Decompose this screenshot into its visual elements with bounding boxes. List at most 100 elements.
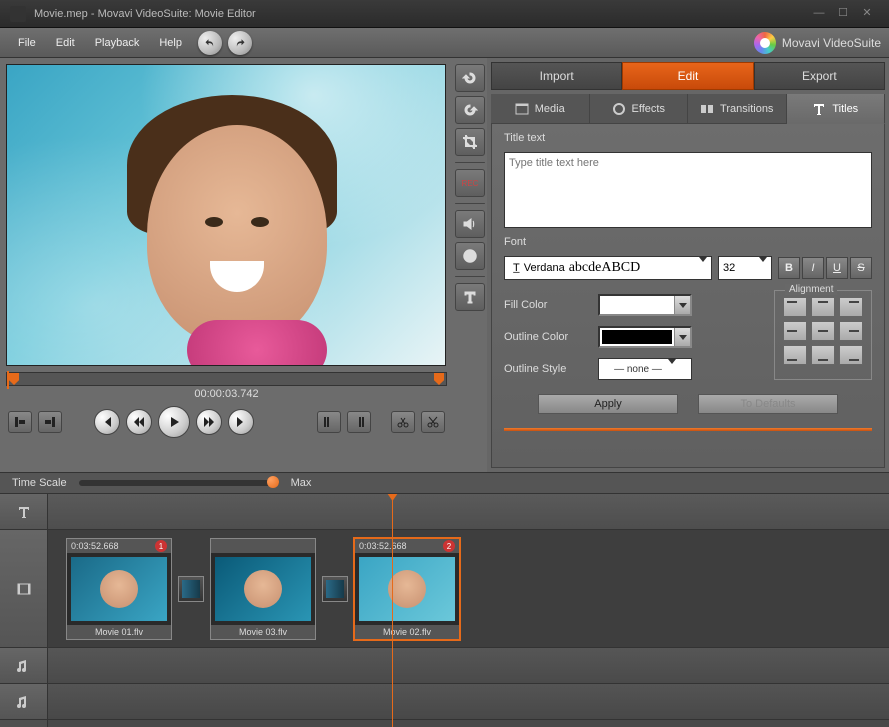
outline-color-label: Outline Color [504, 331, 590, 343]
defaults-button[interactable]: To Defaults [698, 394, 838, 414]
fill-color-swatch [602, 298, 672, 312]
chevron-down-icon [668, 364, 676, 375]
play-button[interactable] [158, 406, 190, 438]
menu-file[interactable]: File [8, 33, 46, 53]
split-button[interactable] [391, 411, 415, 433]
clip-movie-02[interactable]: 0:03:52.6682 Movie 02.flv [354, 538, 460, 640]
tab-import[interactable]: Import [491, 62, 622, 90]
redo-button[interactable] [228, 31, 252, 55]
accent-divider [504, 428, 872, 431]
close-button[interactable]: ✕ [855, 6, 879, 22]
brand-logo: Movavi VideoSuite [754, 32, 881, 54]
app-icon [10, 6, 26, 22]
transition-1[interactable] [178, 576, 204, 602]
video-preview[interactable] [6, 64, 446, 366]
chevron-down-icon [674, 296, 690, 314]
slider-knob[interactable] [267, 476, 279, 488]
align-bottom-right[interactable] [839, 345, 863, 365]
goto-start-button[interactable] [94, 409, 120, 435]
audio-track-2-header[interactable] [0, 684, 47, 720]
clip-movie-03[interactable]: Movie 03.flv [210, 538, 316, 640]
align-bottom-left[interactable] [783, 345, 807, 365]
font-size-select[interactable]: 32 [718, 256, 772, 280]
menubar: File Edit Playback Help Movavi VideoSuit… [0, 28, 889, 58]
title-text-input[interactable] [504, 152, 872, 228]
subtab-titles[interactable]: Titles [787, 94, 886, 124]
record-button[interactable]: REC [455, 169, 485, 197]
clip-name: Movie 01.flv [67, 625, 171, 639]
clip-movie-01[interactable]: 0:03:52.6681 Movie 01.flv [66, 538, 172, 640]
align-middle-center[interactable] [811, 321, 835, 341]
italic-button[interactable]: I [802, 257, 824, 279]
subtab-transitions[interactable]: Transitions [688, 94, 787, 124]
chevron-down-icon [699, 262, 707, 274]
scrub-bar[interactable] [6, 372, 447, 386]
timescale-slider[interactable] [79, 480, 279, 486]
step-forward-button[interactable] [196, 409, 222, 435]
tab-edit[interactable]: Edit [622, 62, 753, 90]
maximize-button[interactable]: ☐ [831, 6, 855, 22]
clip-name: Movie 03.flv [211, 625, 315, 639]
mark-out-button[interactable] [38, 411, 62, 433]
clip-thumbnail [359, 557, 455, 621]
menu-help[interactable]: Help [149, 33, 192, 53]
audio-track-1[interactable] [48, 648, 889, 684]
clip-badge: 1 [155, 540, 167, 552]
minimize-button[interactable]: — [807, 6, 831, 22]
brand-name: Movavi VideoSuite [782, 36, 881, 50]
font-family-select[interactable]: T̲ Verdana abcdeABCD [504, 256, 712, 280]
rotate-left-button[interactable] [455, 64, 485, 92]
video-track[interactable]: 0:03:52.6681 Movie 01.flv Movie 03.flv 0… [48, 530, 889, 648]
menu-playback[interactable]: Playback [85, 33, 150, 53]
goto-end-button[interactable] [228, 409, 254, 435]
playhead[interactable] [392, 494, 393, 727]
clip-name: Movie 02.flv [355, 625, 459, 639]
title-track[interactable] [48, 494, 889, 530]
undo-button[interactable] [198, 31, 222, 55]
transition-2[interactable] [322, 576, 348, 602]
subtab-effects[interactable]: Effects [590, 94, 689, 124]
align-top-left[interactable] [783, 297, 807, 317]
separator [455, 162, 485, 163]
outline-style-select[interactable]: — none — [598, 358, 692, 380]
clip-badge: 2 [443, 540, 455, 552]
tracks-area[interactable]: 0:03:52.6681 Movie 01.flv Movie 03.flv 0… [48, 494, 889, 727]
logo-wheel-icon [754, 32, 776, 54]
underline-button[interactable]: U [826, 257, 848, 279]
align-middle-right[interactable] [839, 321, 863, 341]
align-bottom-center[interactable] [811, 345, 835, 365]
video-track-header[interactable] [0, 530, 47, 648]
properties-panel: Import Edit Export Media Effects Transit… [487, 58, 889, 472]
apply-button[interactable]: Apply [538, 394, 678, 414]
text-button[interactable] [455, 283, 485, 311]
cut-button[interactable] [421, 411, 445, 433]
align-top-right[interactable] [839, 297, 863, 317]
bold-button[interactable]: B [778, 257, 800, 279]
strike-button[interactable]: S [850, 257, 872, 279]
fill-color-picker[interactable] [598, 294, 692, 316]
font-glyph-icon: T̲ [509, 262, 524, 274]
mark-in-button[interactable] [8, 411, 32, 433]
rotate-right-button[interactable] [455, 96, 485, 124]
alignment-group: Alignment [774, 290, 872, 380]
format-buttons: B I U S [778, 257, 872, 279]
tab-export[interactable]: Export [754, 62, 885, 90]
audio-track-2[interactable] [48, 684, 889, 720]
align-top-center[interactable] [811, 297, 835, 317]
audio-track-1-header[interactable] [0, 648, 47, 684]
clip-thumbnail [71, 557, 167, 621]
title-track-header[interactable] [0, 494, 47, 530]
font-label: Font [504, 236, 872, 248]
separator [455, 276, 485, 277]
menu-edit[interactable]: Edit [46, 33, 85, 53]
set-in-button[interactable] [317, 411, 341, 433]
preview-column: 00:00:03.742 [0, 58, 453, 472]
volume-button[interactable] [455, 210, 485, 238]
speed-button[interactable] [455, 242, 485, 270]
crop-button[interactable] [455, 128, 485, 156]
step-back-button[interactable] [126, 409, 152, 435]
align-middle-left[interactable] [783, 321, 807, 341]
set-out-button[interactable] [347, 411, 371, 433]
subtab-media[interactable]: Media [491, 94, 590, 124]
outline-color-picker[interactable] [598, 326, 692, 348]
